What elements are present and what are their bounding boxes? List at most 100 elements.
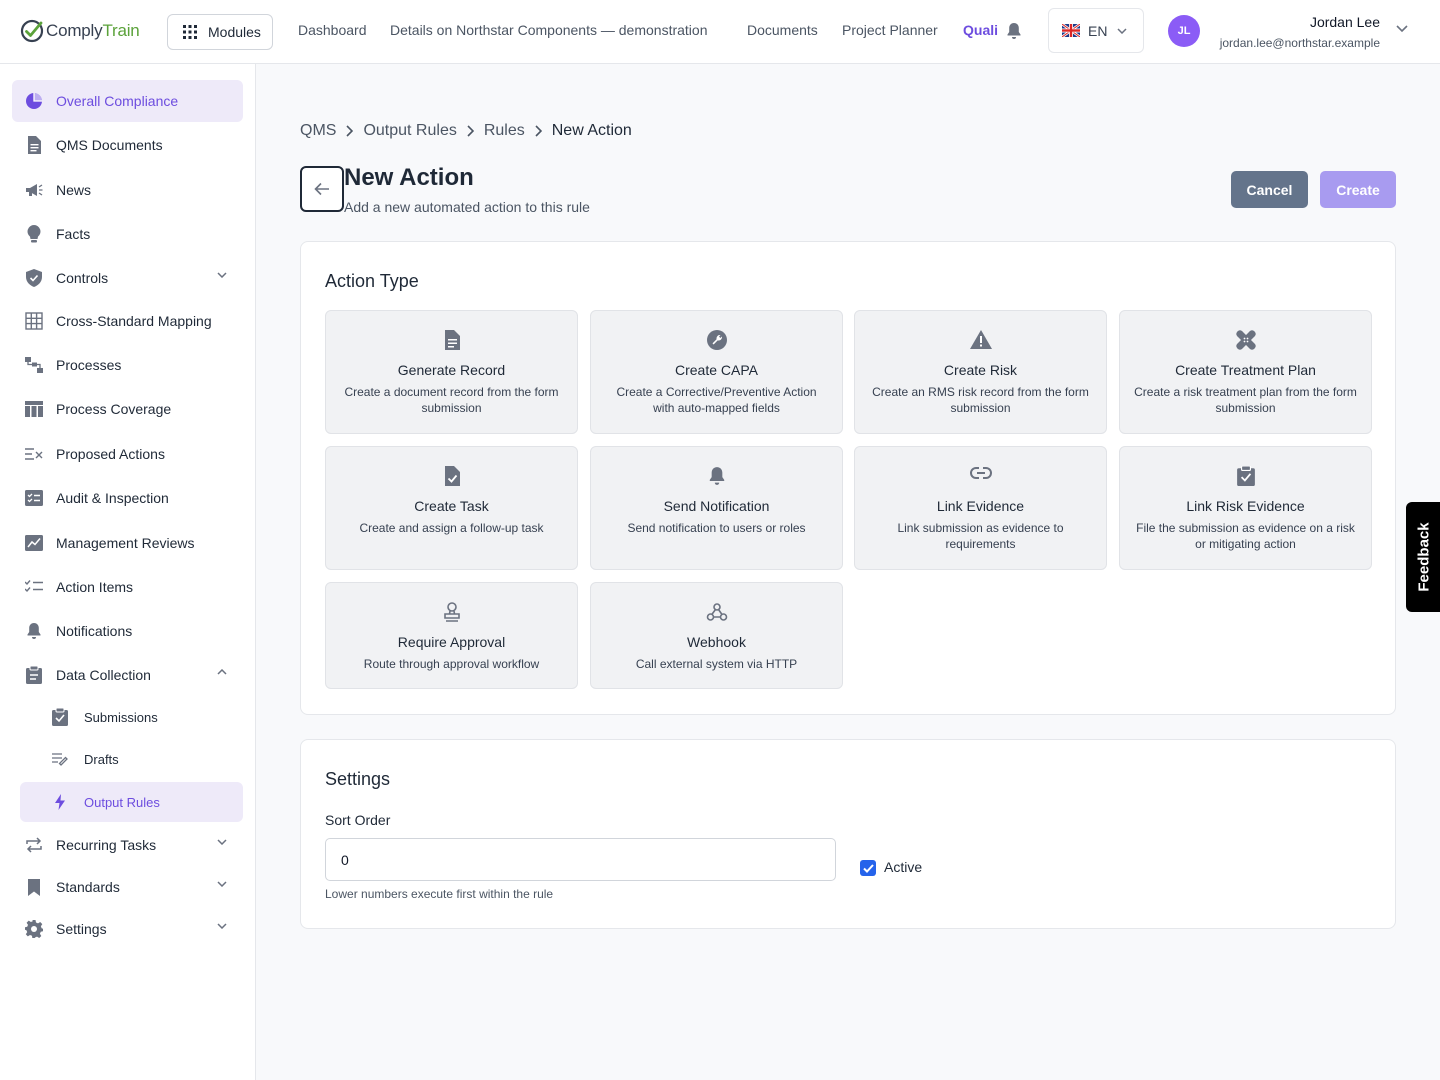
modules-label: Modules bbox=[208, 24, 261, 40]
breadcrumb-qms[interactable]: QMS bbox=[300, 122, 336, 140]
tile-title: Link Evidence bbox=[936, 498, 1025, 514]
action-tile-send-notification[interactable]: Send Notification Send notification to u… bbox=[590, 446, 843, 570]
tile-description: Create an RMS risk record from the form … bbox=[872, 385, 1089, 415]
sidebar-item-cross-standard-mapping[interactable]: Cross-Standard Mapping bbox=[12, 300, 243, 342]
chevron-down-icon bbox=[217, 881, 227, 887]
lightbulb-icon bbox=[25, 225, 43, 243]
nav-project-planner[interactable]: Project Planner bbox=[842, 22, 938, 38]
tile-title: Require Approval bbox=[397, 634, 506, 650]
sidebar-item-standards[interactable]: Standards bbox=[12, 866, 243, 908]
page-subtitle: Add a new automated action to this rule bbox=[344, 199, 590, 215]
back-button[interactable] bbox=[300, 166, 344, 212]
sidebar-item-process-coverage[interactable]: Process Coverage bbox=[12, 388, 243, 430]
sidebar-item-news[interactable]: News bbox=[12, 169, 243, 211]
stamp-icon bbox=[443, 602, 461, 622]
sidebar-item-qms-documents[interactable]: QMS Documents bbox=[12, 124, 243, 166]
repeat-icon bbox=[25, 836, 43, 854]
tile-description: Route through approval workflow bbox=[363, 657, 540, 671]
language-label: EN bbox=[1088, 22, 1108, 39]
action-tile-create-capa[interactable]: Create CAPA Create a Corrective/Preventi… bbox=[590, 310, 843, 434]
nav-dashboard[interactable]: Dashboard bbox=[298, 22, 367, 38]
tile-title: Create Task bbox=[414, 498, 489, 514]
action-tile-require-approval[interactable]: Require Approval Route through approval … bbox=[325, 582, 578, 689]
tile-description: File the submission as evidence on a ris… bbox=[1136, 521, 1355, 551]
sidebar-item-overall-compliance[interactable]: Overall Compliance bbox=[12, 80, 243, 122]
cancel-button[interactable]: Cancel bbox=[1231, 171, 1308, 208]
sidebar-item-data-collection[interactable]: Data Collection bbox=[12, 654, 243, 696]
list-pen-icon bbox=[52, 751, 68, 767]
sidebar-item-label: Data Collection bbox=[56, 667, 151, 683]
tile-description: Link submission as evidence to requireme… bbox=[897, 521, 1064, 551]
sidebar-subitem-drafts[interactable]: Drafts bbox=[20, 739, 243, 779]
sidebar-item-label: Controls bbox=[56, 270, 109, 286]
nav-documents[interactable]: Documents bbox=[747, 22, 818, 38]
breadcrumb: QMS Output Rules Rules New Action bbox=[300, 122, 632, 140]
document-icon bbox=[443, 330, 461, 350]
sidebar-item-proposed-actions[interactable]: Proposed Actions bbox=[12, 433, 243, 475]
sidebar-item-action-items[interactable]: Action Items bbox=[12, 566, 243, 608]
sidebar-item-settings[interactable]: Settings bbox=[12, 908, 243, 950]
user-avatar[interactable]: JL bbox=[1168, 15, 1200, 47]
action-tile-webhook[interactable]: Webhook Call external system via HTTP bbox=[590, 582, 843, 689]
link-icon bbox=[969, 466, 992, 480]
sidebar-item-label: Audit & Inspection bbox=[56, 490, 169, 506]
action-tile-link-evidence[interactable]: Link Evidence Link submission as evidenc… bbox=[854, 446, 1107, 570]
sidebar-item-label: Notifications bbox=[56, 623, 133, 639]
nav-quali[interactable]: Quali bbox=[963, 22, 998, 38]
nav-details-northstar[interactable]: Details on Northstar Components — demons… bbox=[390, 22, 707, 38]
breadcrumb-rules[interactable]: Rules bbox=[484, 122, 525, 140]
clipboard-check-icon bbox=[52, 708, 68, 726]
bell-icon bbox=[25, 622, 43, 640]
sidebar-item-recurring-tasks[interactable]: Recurring Tasks bbox=[12, 824, 243, 866]
tile-title: Send Notification bbox=[663, 498, 770, 514]
grid-icon bbox=[25, 312, 43, 330]
list-x-icon bbox=[25, 445, 43, 463]
sidebar-item-label: Standards bbox=[56, 879, 120, 895]
list-check-icon bbox=[25, 578, 43, 596]
wrench-icon bbox=[706, 330, 727, 350]
chevron-right-icon bbox=[535, 125, 542, 137]
gear-icon bbox=[25, 920, 43, 938]
flow-icon bbox=[25, 356, 43, 374]
modules-button[interactable]: Modules bbox=[167, 14, 273, 50]
notifications-bell-icon[interactable] bbox=[1006, 22, 1022, 40]
sidebar-item-notifications[interactable]: Notifications bbox=[12, 610, 243, 652]
tile-title: Webhook bbox=[687, 634, 746, 650]
sidebar-item-label: Drafts bbox=[84, 751, 119, 767]
tile-description: Send notification to users or roles bbox=[627, 521, 806, 535]
breadcrumb-output-rules[interactable]: Output Rules bbox=[363, 122, 456, 140]
sidebar-item-controls[interactable]: Controls bbox=[12, 257, 243, 299]
action-tile-create-task[interactable]: Create Task Create and assign a follow-u… bbox=[325, 446, 578, 570]
active-checkbox[interactable] bbox=[860, 860, 876, 876]
sidebar-item-label: Facts bbox=[56, 226, 91, 242]
document-icon bbox=[25, 136, 43, 154]
app-logo[interactable]: ComplyTrain bbox=[20, 18, 140, 44]
logo-text: ComplyTrain bbox=[46, 21, 140, 40]
warning-icon bbox=[969, 330, 992, 349]
bell-icon bbox=[708, 466, 726, 486]
sidebar-item-management-reviews[interactable]: Management Reviews bbox=[12, 522, 243, 564]
sidebar-subitem-submissions[interactable]: Submissions bbox=[20, 697, 243, 737]
action-tile-create-treatment-plan[interactable]: Create Treatment Plan Create a risk trea… bbox=[1119, 310, 1372, 434]
tile-description: Create a risk treatment plan from the fo… bbox=[1134, 385, 1357, 415]
tile-title: Link Risk Evidence bbox=[1186, 498, 1305, 514]
action-tile-create-risk[interactable]: Create Risk Create an RMS risk record fr… bbox=[854, 310, 1107, 434]
tile-description: Call external system via HTTP bbox=[635, 657, 798, 671]
chevron-down-icon bbox=[217, 839, 227, 845]
sidebar-subitem-output-rules[interactable]: Output Rules bbox=[20, 782, 243, 822]
action-tile-generate-record[interactable]: Generate Record Create a document record… bbox=[325, 310, 578, 434]
sidebar-item-processes[interactable]: Processes bbox=[12, 344, 243, 386]
sort-order-help: Lower numbers execute first within the r… bbox=[325, 887, 554, 901]
user-menu-chevron-down-icon[interactable] bbox=[1396, 25, 1408, 33]
create-button[interactable]: Create bbox=[1320, 171, 1396, 208]
feedback-tab[interactable]: Feedback bbox=[1406, 502, 1440, 612]
language-selector[interactable]: EN bbox=[1048, 8, 1144, 53]
active-label[interactable]: Active bbox=[884, 859, 922, 875]
sidebar-item-facts[interactable]: Facts bbox=[12, 213, 243, 255]
webhook-icon bbox=[706, 602, 728, 622]
sidebar-item-label: Recurring Tasks bbox=[56, 837, 157, 853]
action-tile-link-risk-evidence[interactable]: Link Risk Evidence File the submission a… bbox=[1119, 446, 1372, 570]
sort-order-input[interactable] bbox=[325, 838, 836, 881]
sidebar-item-audit-inspection[interactable]: Audit & Inspection bbox=[12, 477, 243, 519]
sidebar-item-label: Overall Compliance bbox=[56, 93, 179, 109]
